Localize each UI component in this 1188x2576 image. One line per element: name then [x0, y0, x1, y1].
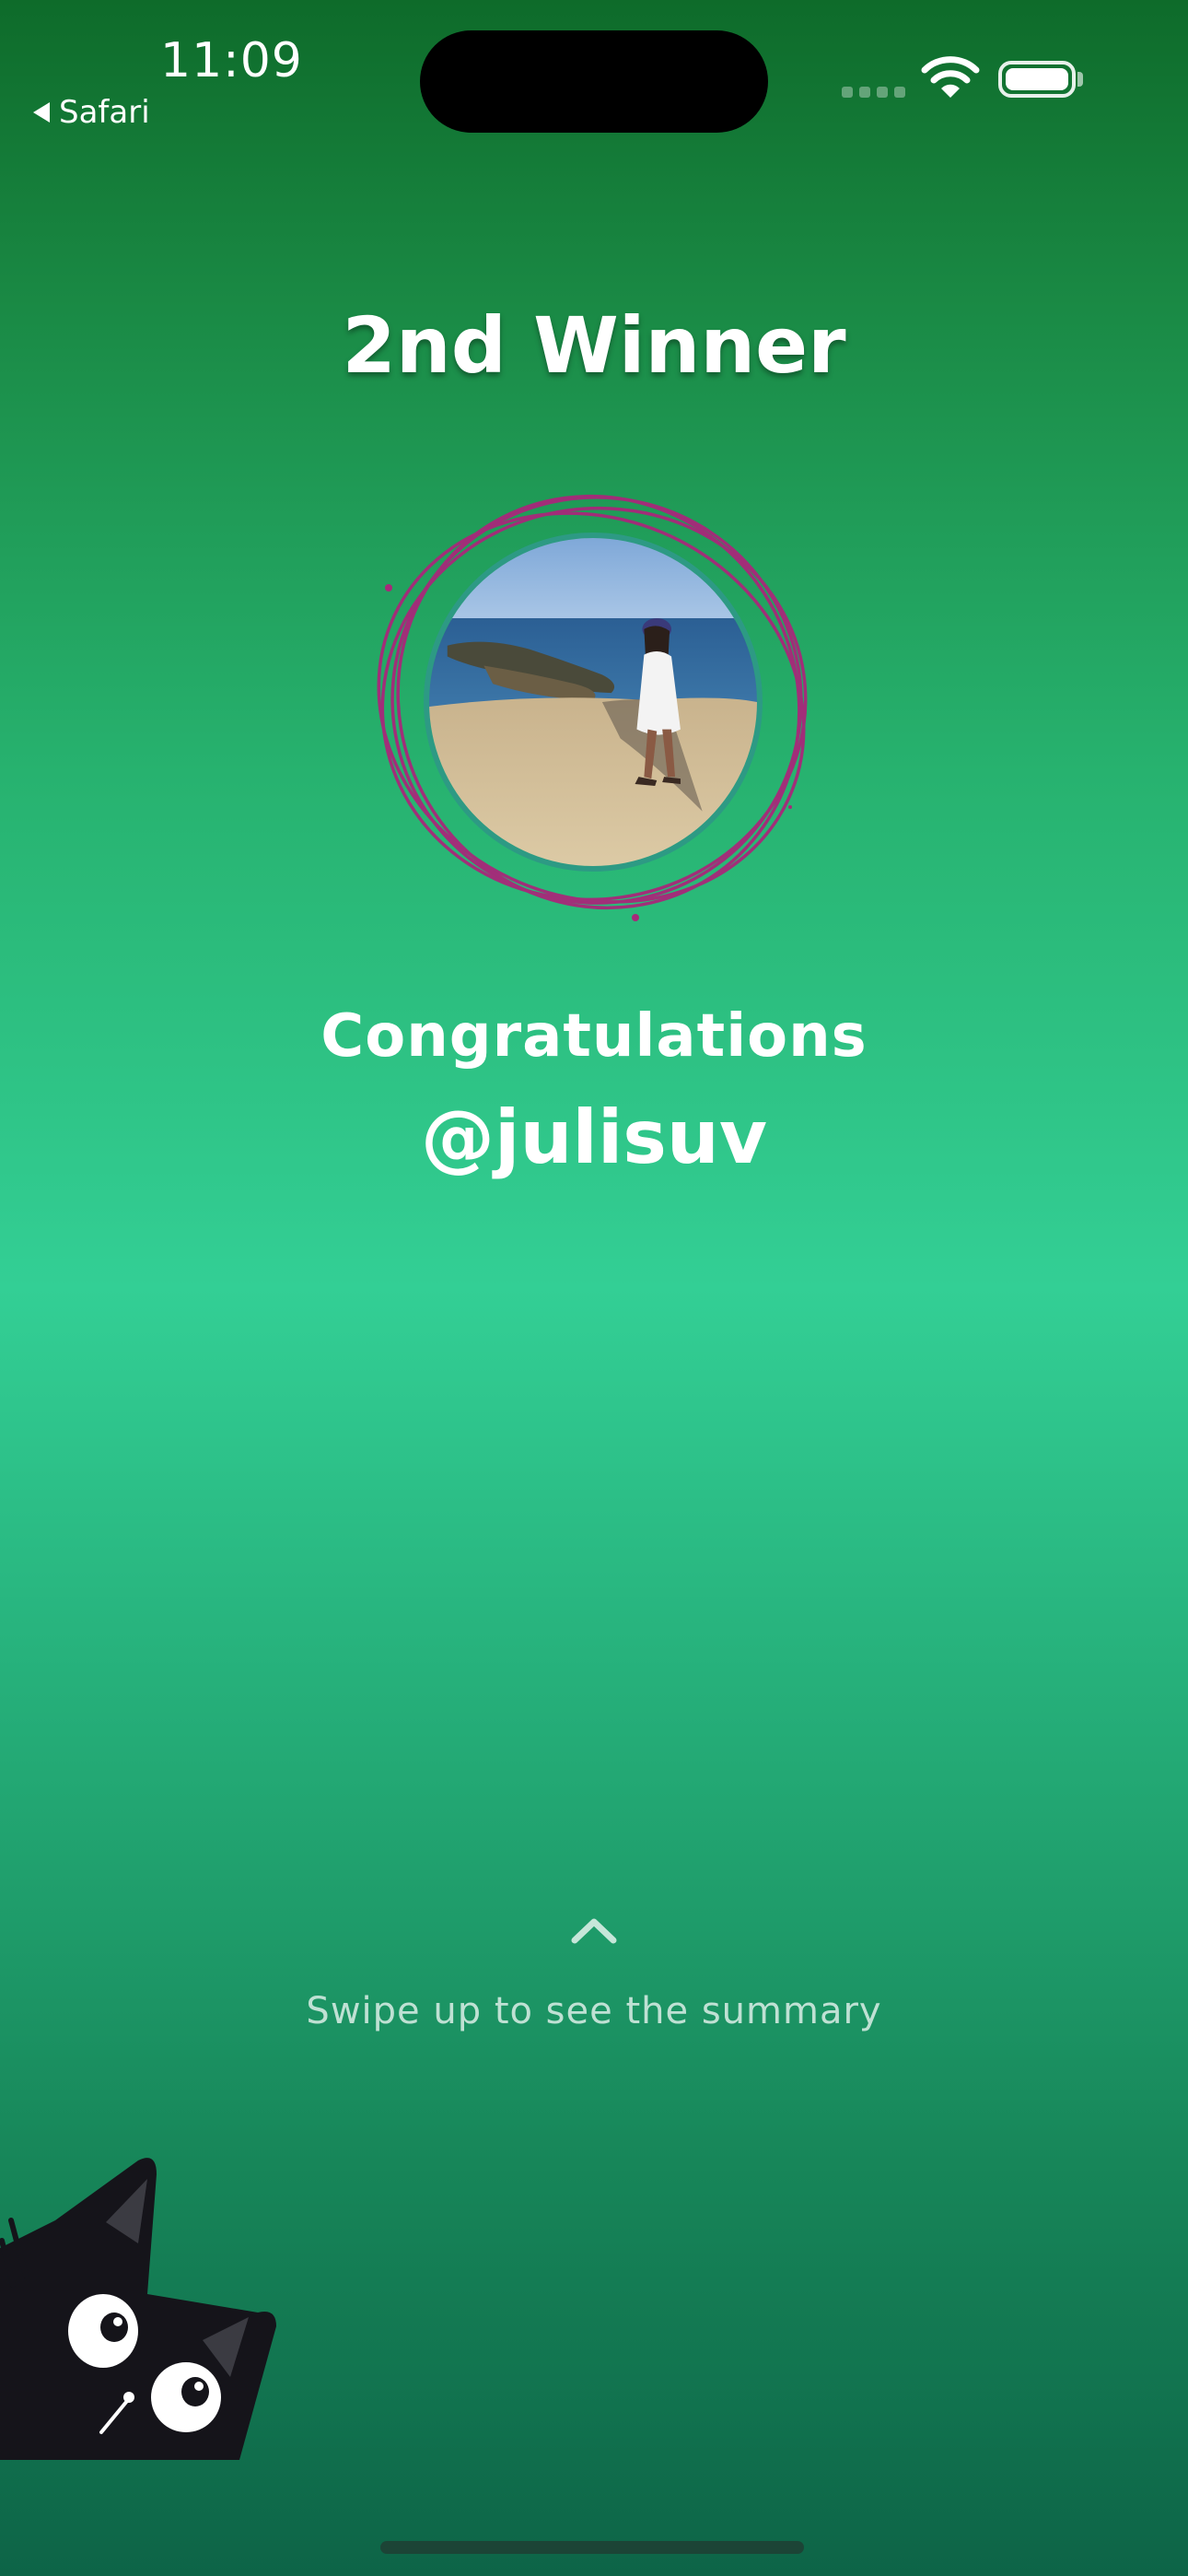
- page-title: 2nd Winner: [342, 300, 846, 391]
- home-indicator[interactable]: [380, 2541, 804, 2554]
- back-to-safari-link[interactable]: Safari: [33, 94, 150, 131]
- swipe-up-hint[interactable]: Swipe up to see the summary: [0, 1990, 1188, 2032]
- dynamic-island: [420, 30, 768, 133]
- battery-level: [1006, 68, 1068, 90]
- wifi-icon: [921, 56, 980, 98]
- congratulations-heading: Congratulations: [320, 1002, 868, 1071]
- winner-username: @julisuv: [421, 1095, 767, 1180]
- avatar-photo: [429, 538, 757, 866]
- back-link-label: Safari: [59, 94, 150, 131]
- chevron-up-icon[interactable]: [571, 1916, 617, 1944]
- back-arrow-icon: [33, 102, 50, 123]
- status-time: 11:09: [160, 33, 303, 88]
- cellular-signal-icon: [842, 87, 905, 98]
- winner-avatar: [424, 533, 763, 872]
- battery-cap: [1077, 72, 1083, 87]
- winner-avatar-frame: [368, 479, 829, 940]
- cat-mascot-illustration: [0, 2158, 276, 2460]
- battery-icon: [998, 61, 1076, 98]
